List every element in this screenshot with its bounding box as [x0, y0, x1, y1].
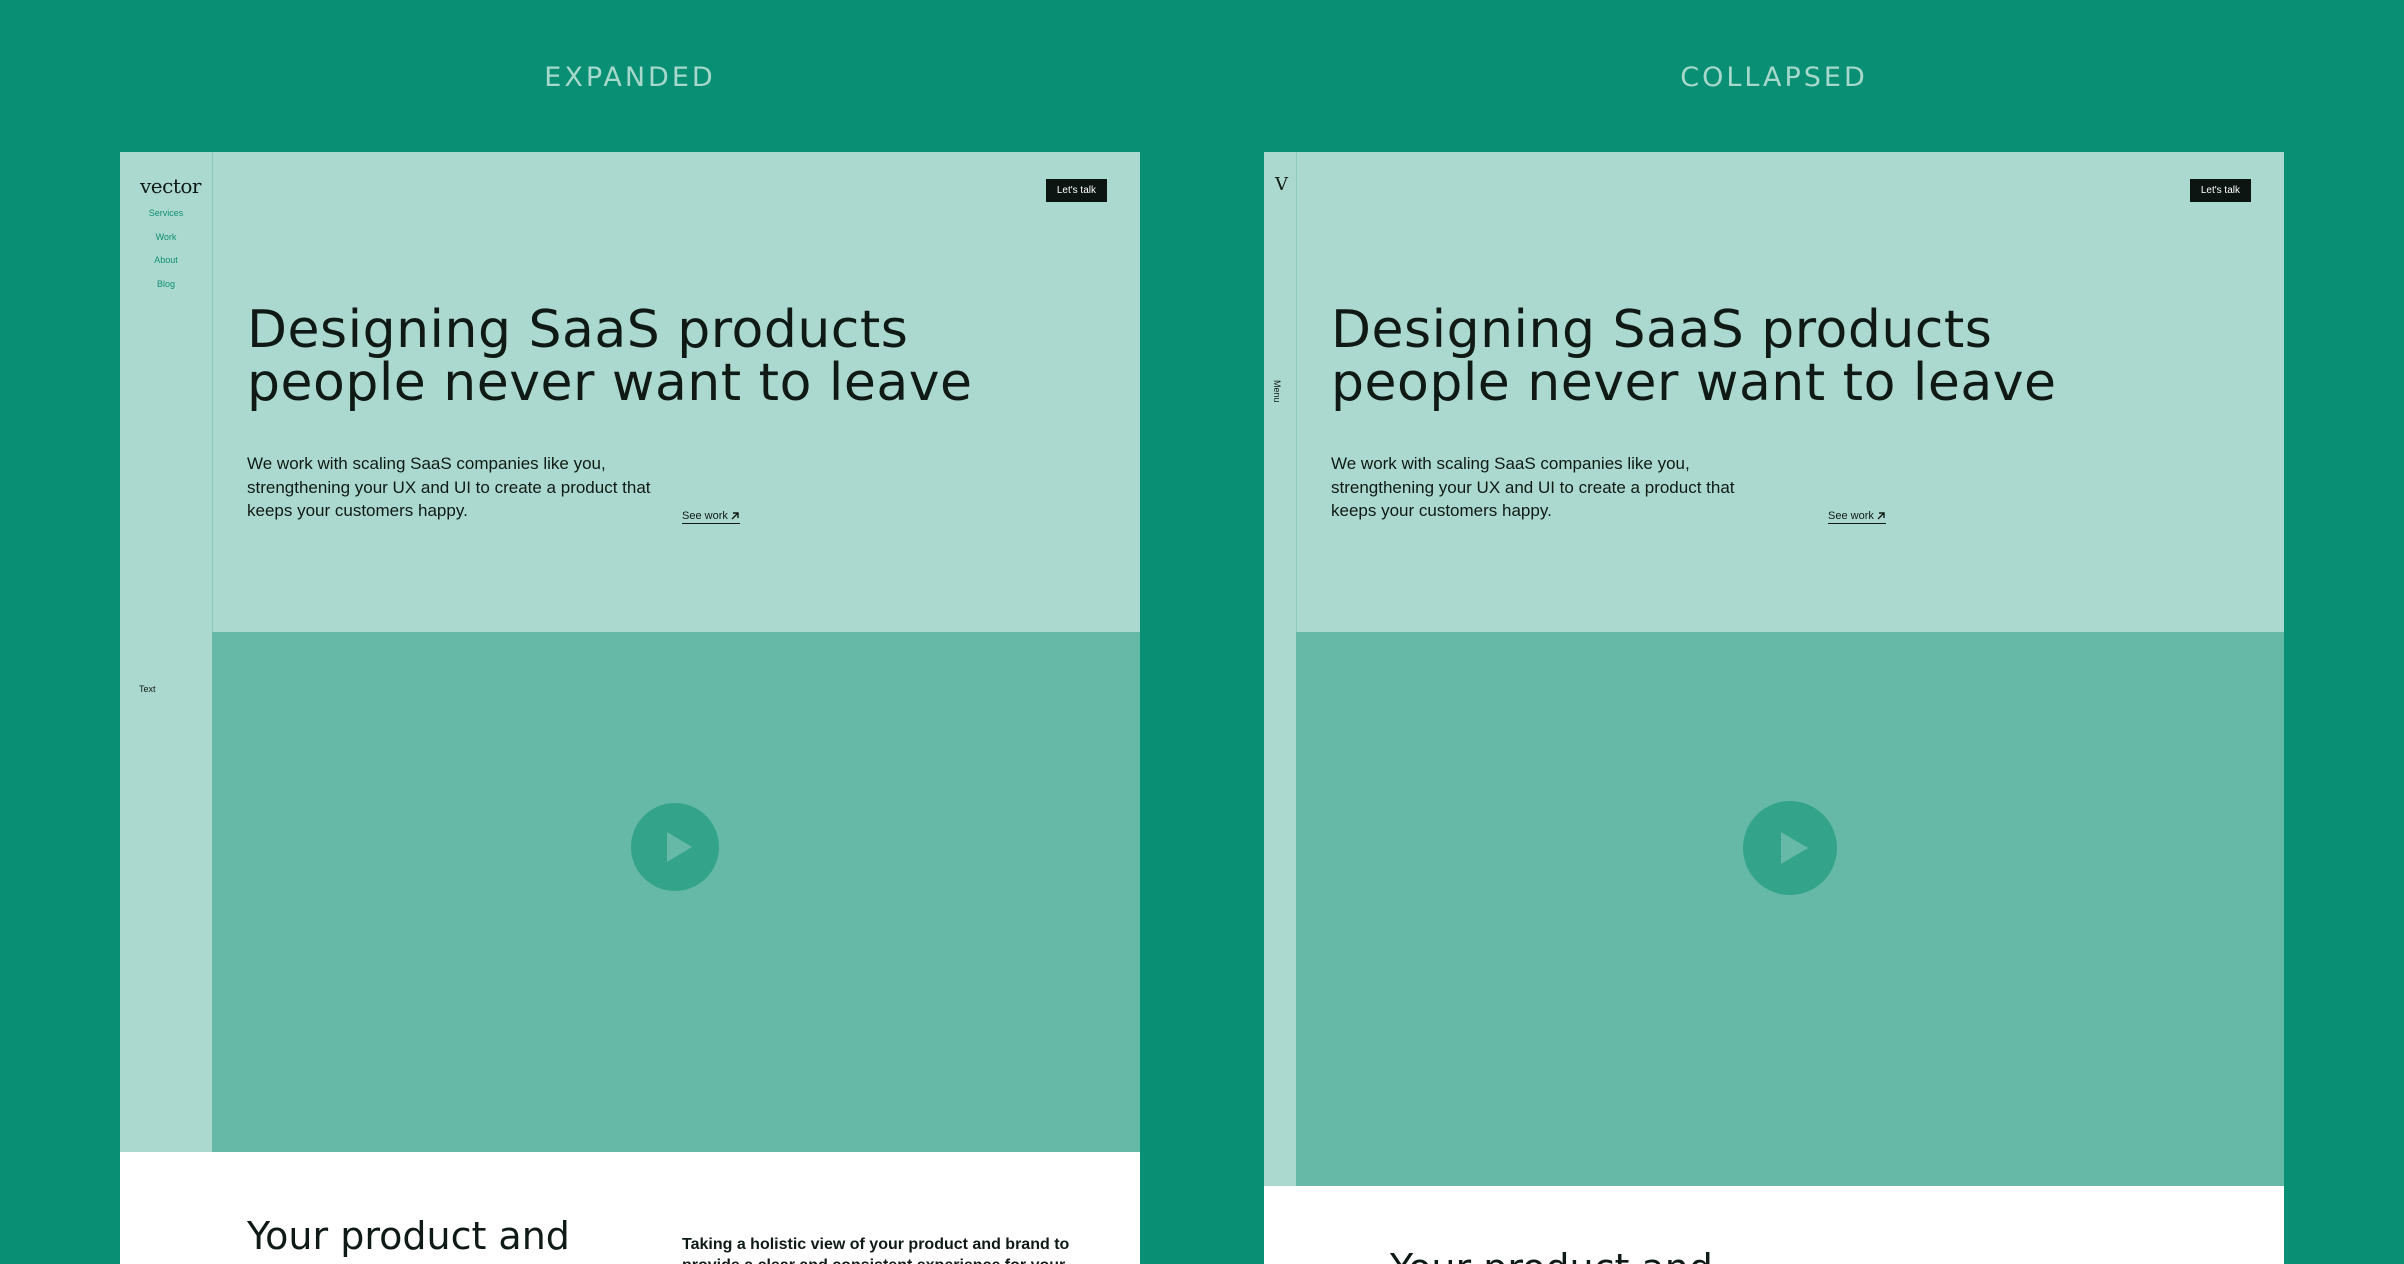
- lets-talk-button[interactable]: Let's talk: [2189, 179, 2251, 202]
- logo[interactable]: vector: [140, 174, 201, 198]
- section-title: Your product and: [1390, 1246, 1713, 1264]
- hero-description: We work with scaling SaaS companies like…: [247, 454, 651, 520]
- hero-description: We work with scaling SaaS companies like…: [1331, 454, 1735, 520]
- nav-item-blog[interactable]: Blog: [120, 273, 212, 297]
- hero-title: Designing SaaS products people never wan…: [1331, 304, 2057, 410]
- hero-title-line-1: Designing SaaS products: [1331, 300, 1993, 360]
- sidebar-nav: Services Work About Blog: [120, 202, 212, 296]
- see-work-link[interactable]: See work: [682, 510, 740, 524]
- expanded-frame: vector Services Work About Blog Text Let…: [120, 152, 1140, 1264]
- lets-talk-button[interactable]: Let's talk: [1045, 179, 1107, 202]
- nav-item-services[interactable]: Services: [120, 202, 212, 226]
- main-content: Let's talk Designing SaaS products peopl…: [1296, 152, 2284, 1264]
- see-work-label: See work: [682, 510, 728, 522]
- arrow-up-right-icon: [1877, 512, 1885, 520]
- section-title: Your product and: [247, 1214, 570, 1258]
- hero-title: Designing SaaS products people never wan…: [247, 304, 973, 410]
- play-button[interactable]: [1743, 801, 1837, 895]
- video-section[interactable]: [212, 632, 1140, 1152]
- sidebar-footer-strip: [120, 1152, 213, 1264]
- sidebar-footer-strip: [1264, 1186, 1297, 1264]
- video-section[interactable]: [1296, 632, 2284, 1186]
- collapsed-frame: V Menu Let's talk Designing SaaS product…: [1264, 152, 2284, 1264]
- intro-section: Your product and: [1296, 1186, 2284, 1264]
- main-content: Let's talk Designing SaaS products peopl…: [212, 152, 1140, 1264]
- arrow-up-right-icon: [731, 512, 739, 520]
- nav-item-work[interactable]: Work: [120, 226, 212, 250]
- see-work-label: See work: [1828, 510, 1874, 522]
- sidebar-expanded: vector Services Work About Blog Text: [120, 152, 213, 1264]
- play-icon: [1781, 832, 1808, 864]
- play-button[interactable]: [631, 803, 719, 891]
- collapsed-label: COLLAPSED: [1680, 62, 1868, 93]
- intro-section: Your product and Taking a holistic view …: [212, 1152, 1140, 1264]
- see-work-link[interactable]: See work: [1828, 510, 1886, 524]
- sidebar-text: Text: [139, 684, 156, 694]
- nav-item-about[interactable]: About: [120, 249, 212, 273]
- hero-title-line-1: Designing SaaS products: [247, 300, 909, 360]
- hero-title-line-2: people never want to leave: [247, 353, 973, 413]
- hero-title-line-2: people never want to leave: [1331, 353, 2057, 413]
- play-icon: [667, 832, 692, 862]
- expanded-label: EXPANDED: [544, 62, 716, 93]
- sidebar-collapsed: V Menu: [1264, 152, 1297, 1264]
- section-text: Taking a holistic view of your product a…: [682, 1236, 1070, 1264]
- logo-mark[interactable]: V: [1275, 174, 1288, 195]
- menu-toggle[interactable]: Menu: [1272, 380, 1282, 403]
